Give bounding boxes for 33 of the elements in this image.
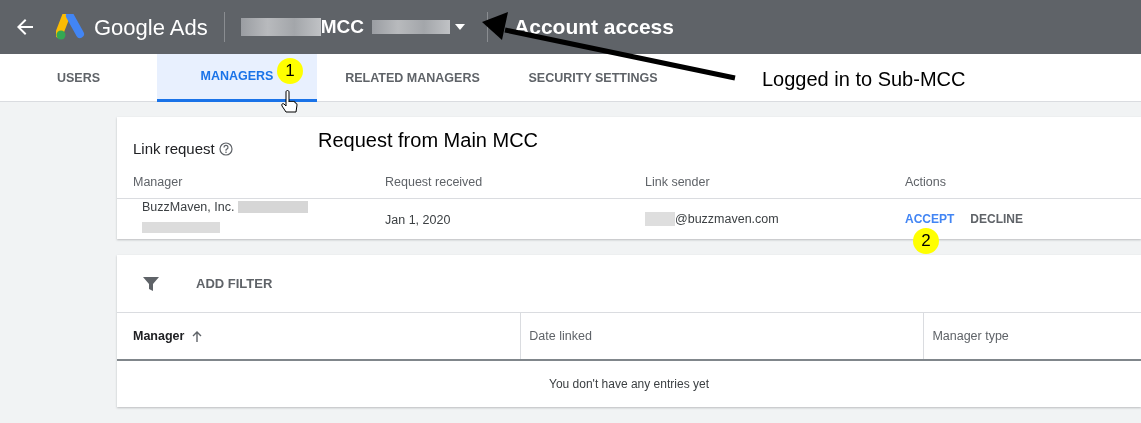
column-header: Manager xyxy=(133,174,183,189)
column-header: Manager xyxy=(133,327,185,345)
annotation-note: Request from Main MCC xyxy=(318,128,539,153)
manager-name: BuzzMaven, Inc. xyxy=(142,198,235,216)
empty-message: You don't have any entries yet xyxy=(549,376,709,393)
column-header: Link sender xyxy=(645,174,710,189)
decline-button[interactable]: DECLINE xyxy=(970,210,1023,228)
step-number-marker: 2 xyxy=(913,228,939,254)
filter-icon[interactable] xyxy=(143,275,159,292)
tab[interactable]: SECURITY SETTINGS xyxy=(508,54,678,102)
hand-cursor-icon xyxy=(281,90,298,113)
sort-arrow-icon[interactable] xyxy=(192,330,203,342)
account-name[interactable]: MCC xyxy=(320,12,365,42)
help-icon[interactable] xyxy=(218,142,233,156)
section-title: Link request xyxy=(133,138,215,159)
dropdown-caret-icon[interactable] xyxy=(455,24,466,30)
back-icon[interactable] xyxy=(16,18,34,36)
page-title: Account access xyxy=(514,14,674,41)
column-header: Actions xyxy=(905,174,946,189)
add-filter-button[interactable]: ADD FILTER xyxy=(196,273,273,294)
redacted-text xyxy=(238,201,309,213)
sender-email: @buzzmaven.com xyxy=(675,210,779,228)
tab[interactable]: RELATED MANAGERS xyxy=(317,54,508,102)
column-header: Date linked xyxy=(529,327,592,345)
tab[interactable]: USERS xyxy=(0,54,157,102)
column-header: Request received xyxy=(385,174,483,189)
column-header: Manager type xyxy=(932,327,1009,345)
product-name: Google Ads xyxy=(94,13,208,42)
date-cell: Jan 1, 2020 xyxy=(385,213,451,227)
accept-button[interactable]: ACCEPT xyxy=(905,210,955,228)
redacted-text xyxy=(645,212,675,226)
logo-icon xyxy=(56,14,86,40)
annotation-note: Logged in to Sub-MCC xyxy=(762,67,966,92)
